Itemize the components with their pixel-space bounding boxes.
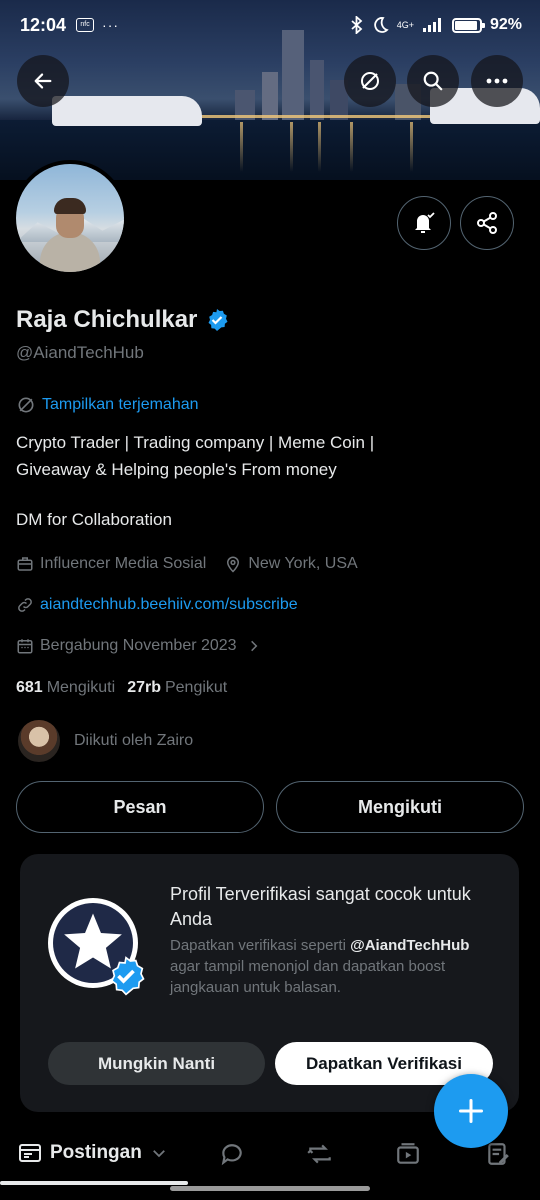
translate-label: Tampilkan terjemahan [42, 396, 199, 413]
arrow-left-icon [34, 73, 52, 89]
profile-meta-row: Influencer Media Sosial New York, USA [16, 555, 358, 573]
share-button[interactable] [460, 196, 514, 250]
verified-logo [48, 898, 145, 996]
tab-replies[interactable] [218, 1140, 246, 1168]
signal-icon [422, 18, 441, 32]
repost-icon [307, 1144, 331, 1164]
following-count: 681 [16, 679, 43, 696]
profile-bio: Crypto Trader | Trading company | Meme C… [16, 429, 516, 483]
briefcase-icon [17, 557, 33, 571]
following-count-link[interactable]: 681 Mengikuti [16, 679, 115, 697]
followed-by-text: Diikuti oleh Zairo [74, 732, 194, 749]
followers-count: 27rb [127, 679, 161, 696]
card-description: Dapatkan verifikasi seperti @AiandTechHu… [170, 935, 480, 998]
bell-check-icon [415, 212, 435, 233]
followers-label: Pengikut [164, 679, 228, 696]
tab-reposts[interactable] [306, 1140, 334, 1168]
status-more-icon: ··· [102, 17, 120, 33]
share-icon [477, 212, 497, 234]
calendar-icon [17, 639, 33, 654]
more-options-button[interactable] [471, 55, 523, 107]
compose-button[interactable] [434, 1074, 508, 1148]
link-icon [18, 598, 32, 612]
card-desc-prefix: Dapatkan verifikasi seperti [170, 937, 346, 954]
network-label: 4G+ [396, 19, 414, 30]
translate-icon [361, 72, 379, 90]
translate-link[interactable]: Tampilkan terjemahan [16, 395, 199, 415]
battery-percent: 92% [489, 16, 522, 33]
profile-joined-row[interactable]: Bergabung November 2023 [16, 637, 261, 655]
search-icon [423, 71, 443, 91]
tab-posts-label: Postingan [50, 1142, 142, 1163]
moon-icon [374, 17, 389, 33]
chevron-down-icon [152, 1150, 165, 1158]
chevron-right-icon [250, 640, 257, 652]
media-icon [397, 1143, 419, 1164]
message-button[interactable]: Pesan [16, 781, 264, 833]
profile-name: Raja Chichulkar [16, 306, 198, 333]
search-button[interactable] [407, 55, 459, 107]
tab-posts[interactable]: Postingan [18, 1142, 168, 1164]
follower-avatar [16, 718, 62, 764]
followed-by-row[interactable]: Diikuti oleh Zairo [16, 718, 193, 764]
tab-media[interactable] [394, 1140, 422, 1168]
home-indicator[interactable] [170, 1186, 370, 1191]
maybe-later-button[interactable]: Mungkin Nanti [48, 1042, 265, 1085]
bio-line: Giveaway & Helping people's From money [16, 460, 337, 479]
nfc-icon: nfc [76, 18, 95, 32]
profile-avatar[interactable] [12, 160, 128, 276]
more-icon [486, 78, 508, 84]
active-tab-indicator [0, 1181, 188, 1185]
followers-count-link[interactable]: 27rb Pengikut [127, 679, 227, 697]
card-desc-handle: @AiandTechHub [350, 937, 470, 954]
profile-location: New York, USA [248, 555, 358, 572]
verified-badge-icon[interactable] [205, 308, 229, 332]
card-title: Profil Terverifikasi sangat cocok untuk … [170, 884, 471, 929]
follow-counts: 681 Mengikuti 27rb Pengikut [16, 679, 227, 697]
verification-promo-card: Profil Terverifikasi sangat cocok untuk … [20, 854, 519, 1112]
reply-icon [221, 1144, 242, 1166]
back-button[interactable] [17, 55, 69, 107]
profile-category: Influencer Media Sosial [40, 555, 207, 572]
battery-icon [451, 17, 485, 33]
profile-joined: Bergabung November 2023 [40, 637, 237, 654]
following-button[interactable]: Mengikuti [276, 781, 524, 833]
status-bar: 12:04 nfc ··· 4G+ 92% [0, 0, 540, 50]
profile-name-row: Raja Chichulkar [16, 306, 229, 334]
plus-icon [458, 1098, 484, 1124]
profile-website: aiandtechhub.beehiiv.com/subscribe [40, 596, 298, 613]
profile-website-link[interactable]: aiandtechhub.beehiiv.com/subscribe [16, 596, 298, 614]
tab-articles[interactable] [484, 1140, 512, 1168]
bio-extra: DM for Collaboration [16, 510, 172, 529]
notification-button[interactable] [397, 196, 451, 250]
following-label: Mengikuti [46, 679, 116, 696]
location-icon [227, 556, 240, 573]
bluetooth-icon [351, 16, 363, 34]
card-desc-suffix: agar tampil menonjol dan dapatkan boost … [170, 958, 446, 996]
verified-badge-icon [110, 956, 145, 996]
article-icon [488, 1143, 509, 1165]
profile-handle: @AiandTechHub [16, 343, 144, 362]
status-time: 12:04 [20, 14, 67, 35]
bio-line: Crypto Trader | Trading company | Meme C… [16, 433, 375, 452]
posts-icon [19, 1144, 41, 1162]
translate-banner-button[interactable] [344, 55, 396, 107]
translate-icon [18, 397, 34, 413]
